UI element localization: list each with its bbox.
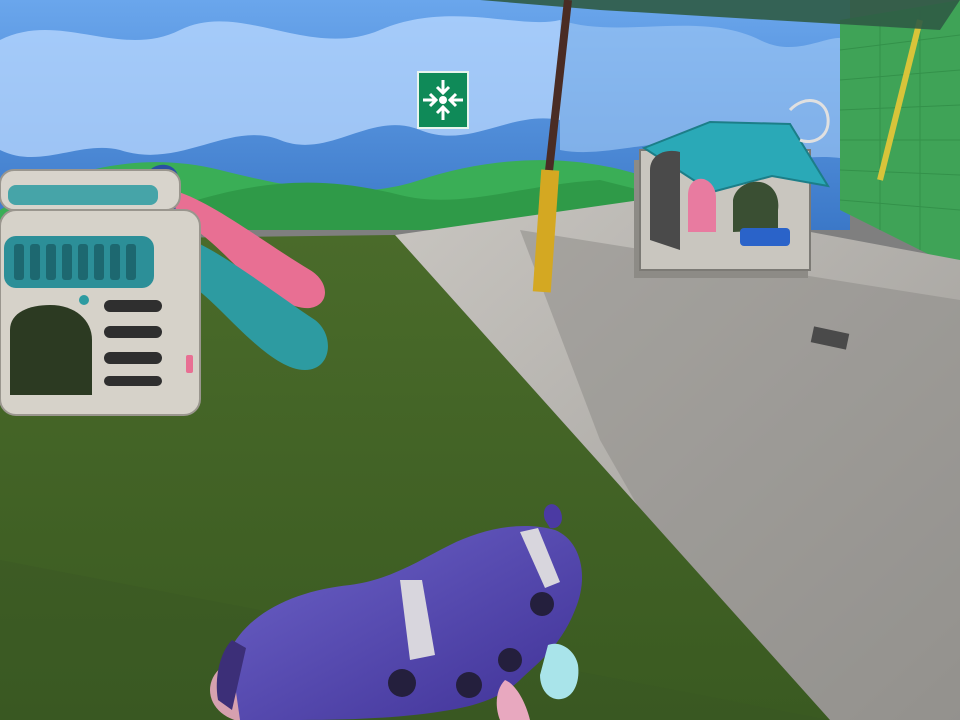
- playhouse-blue-ledge: [740, 228, 790, 246]
- playground-scene: [0, 0, 960, 720]
- green-brick-wall: [839, 0, 960, 270]
- playhouse-pink-window: [688, 178, 716, 232]
- playhouse-window: [733, 181, 779, 232]
- assembly-point-arrows-icon: [417, 71, 469, 129]
- playground-illustration: [0, 0, 960, 720]
- playhouse-door: [650, 150, 680, 250]
- climber-structure: [0, 169, 201, 416]
- climber-opening: [10, 305, 92, 395]
